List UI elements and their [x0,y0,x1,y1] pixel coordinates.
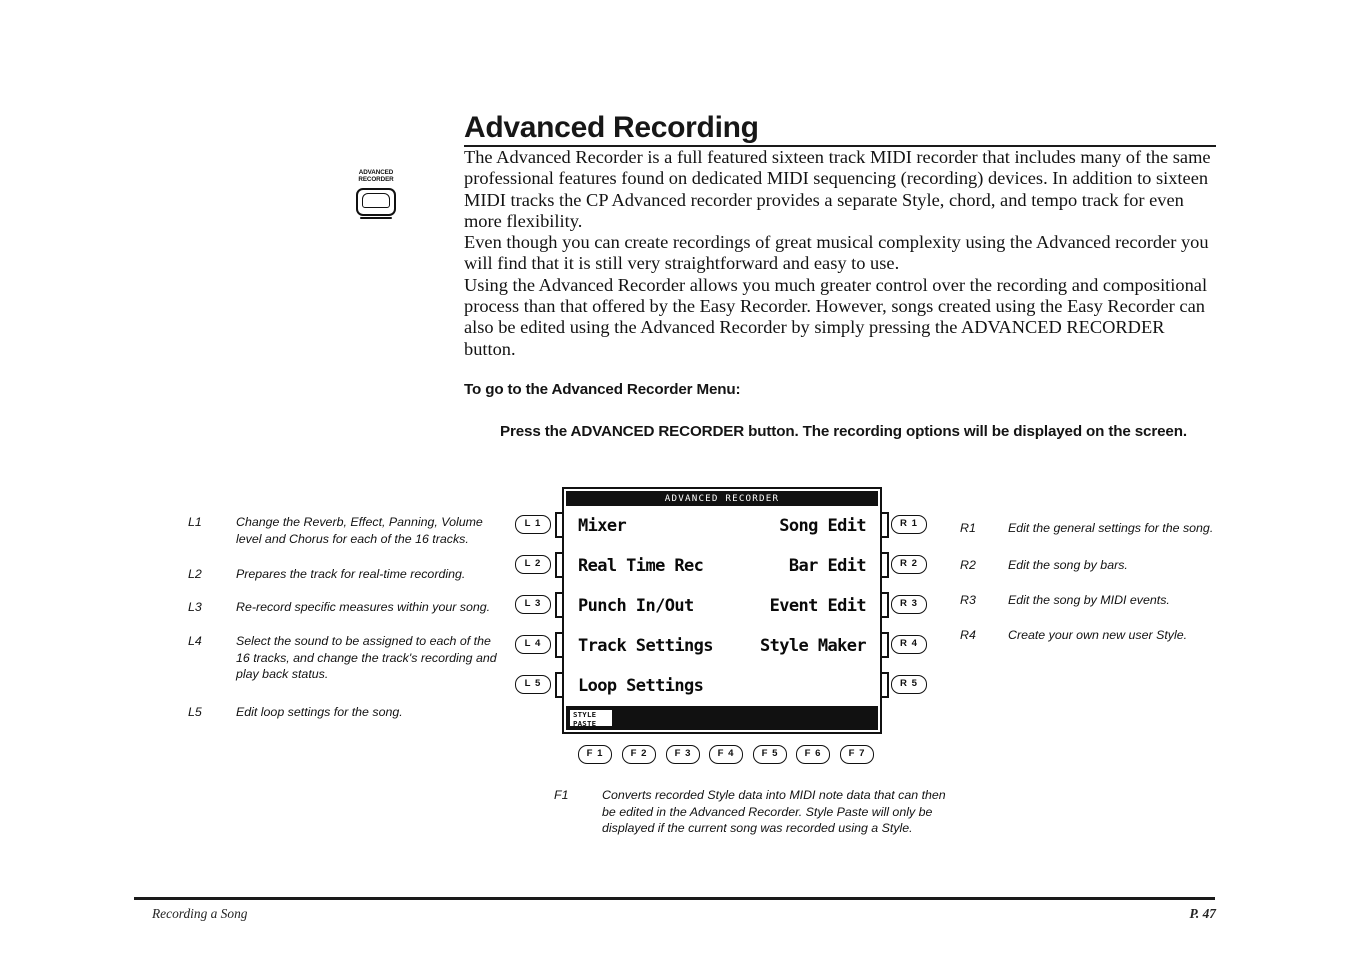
lcd-screen: ADVANCED RECORDER Mixer Song Edit Real T… [562,487,882,734]
lcd-notch-right-4 [882,632,889,658]
footer-page-number: P. 47 [1189,906,1216,921]
annotation-f1-text: Converts recorded Style data into MIDI n… [602,788,946,836]
function-key-f6[interactable]: F 6 [796,745,830,764]
annotation-l3: L3 Re-record specific measures within yo… [188,599,508,616]
lcd-menu-item-style-maker[interactable]: Style Maker [760,636,867,656]
advanced-recorder-screen-diagram: ADVANCED RECORDER Mixer Song Edit Real T… [510,483,950,773]
lcd-row-5: Loop Settings [566,666,878,706]
lcd-notch-left-4 [555,632,562,658]
lcd-notch-left-5 [555,672,562,698]
style-paste-line2: PASTE [573,718,597,728]
annotation-r2-text: Edit the song by bars. [1008,558,1128,572]
annotation-l1: L1 Change the Reverb, Effect, Panning, V… [188,514,508,547]
button-base-shadow [360,217,392,219]
paragraph-intro: The Advanced Recorder is a full featured… [464,147,1211,231]
annotation-r2-key: R2 [960,558,976,572]
soft-key-r1[interactable]: R 1 [891,515,927,534]
annotation-l2-text: Prepares the track for real-time recordi… [236,567,466,581]
advanced-recorder-label-line2: RECORDER [358,176,394,184]
button-keycap [362,193,390,208]
function-key-f3[interactable]: F 3 [666,745,700,764]
annotation-l4: L4 Select the sound to be assigned to ea… [188,633,508,683]
lcd-notch-left-3 [555,592,562,618]
soft-key-l1[interactable]: L 1 [515,515,551,534]
annotation-l2-key: L2 [188,567,202,581]
advanced-recorder-button-icon: ADVANCED RECORDER [349,169,403,221]
subheading-press-button: Press the ADVANCED RECORDER button. The … [500,423,1187,440]
lcd-function-bar: STYLE PASTE [566,706,878,730]
lcd-row-2: Real Time Rec Bar Edit [566,546,878,586]
annotation-l2: L2 Prepares the track for real-time reco… [188,566,508,583]
annotation-l1-text: Change the Reverb, Effect, Panning, Volu… [236,515,483,546]
footer-rule [134,897,1215,900]
annotation-r3-text: Edit the song by MIDI events. [1008,593,1170,607]
annotation-l4-text: Select the sound to be assigned to each … [236,634,497,682]
lcd-menu-item-punch-in-out[interactable]: Punch In/Out [578,596,694,616]
style-paste-button[interactable]: STYLE PASTE [569,709,613,727]
lcd-menu-item-track-settings[interactable]: Track Settings [578,636,713,656]
function-key-f7[interactable]: F 7 [840,745,874,764]
lcd-row-1: Mixer Song Edit [566,506,878,546]
annotation-l1-key: L1 [188,515,202,529]
soft-key-r5[interactable]: R 5 [891,675,927,694]
annotation-r2: R2 Edit the song by bars. [960,557,1228,574]
advanced-recorder-button-label: ADVANCED RECORDER [349,169,403,184]
subheading-go-to-menu: To go to the Advanced Recorder Menu: [464,381,741,398]
paragraph-complexity: Even though you can create recordings of… [464,232,1209,274]
soft-key-l5[interactable]: L 5 [515,675,551,694]
annotation-r4-text: Create your own new user Style. [1008,628,1188,642]
soft-key-r3[interactable]: R 3 [891,595,927,614]
lcd-menu-item-mixer[interactable]: Mixer [578,516,627,536]
soft-key-l2[interactable]: L 2 [515,555,551,574]
annotation-r1: R1 Edit the general settings for the son… [960,520,1228,537]
lcd-notch-left-2 [555,552,562,578]
function-key-f1[interactable]: F 1 [578,745,612,764]
paragraph-control: Using the Advanced Recorder allows you m… [464,274,1208,359]
annotation-l3-key: L3 [188,600,202,614]
annotation-r3-key: R3 [960,593,976,607]
lcd-row-3: Punch In/Out Event Edit [566,586,878,626]
annotation-r4-key: R4 [960,628,976,642]
advanced-recorder-label-line1: ADVANCED [358,169,394,176]
lcd-notch-left-1 [555,512,562,538]
soft-key-l4[interactable]: L 4 [515,635,551,654]
annotation-r1-text: Edit the general settings for the song. [1008,521,1214,535]
lcd-menu-item-loop-settings[interactable]: Loop Settings [578,676,704,696]
soft-key-r4[interactable]: R 4 [891,635,927,654]
lcd-menu-rows: Mixer Song Edit Real Time Rec Bar Edit P… [566,506,878,706]
body-copy: The Advanced Recorder is a full featured… [464,147,1218,360]
lcd-notch-right-5 [882,672,889,698]
function-key-f4[interactable]: F 4 [709,745,743,764]
annotation-r4: R4 Create your own new user Style. [960,627,1228,644]
lcd-notch-right-2 [882,552,889,578]
soft-key-l3[interactable]: L 3 [515,595,551,614]
lcd-notch-right-3 [882,592,889,618]
annotation-l5-key: L5 [188,705,202,719]
function-key-f2[interactable]: F 2 [622,745,656,764]
annotation-f1-key: F1 [554,788,569,802]
function-key-f5[interactable]: F 5 [753,745,787,764]
annotation-l5-text: Edit loop settings for the song. [236,705,403,719]
lcd-menu-item-song-edit[interactable]: Song Edit [779,516,866,536]
lcd-title-bar: ADVANCED RECORDER [566,491,878,506]
lcd-menu-item-real-time-rec[interactable]: Real Time Rec [578,556,704,576]
footer-section-title: Recording a Song [152,906,248,921]
lcd-menu-item-event-edit[interactable]: Event Edit [770,596,867,616]
annotation-l5: L5 Edit loop settings for the song. [188,704,508,721]
lcd-notch-right-1 [882,512,889,538]
lcd-row-4: Track Settings Style Maker [566,626,878,666]
annotation-l3-text: Re-record specific measures within your … [236,600,491,614]
annotation-f1: F1 Converts recorded Style data into MID… [554,787,954,837]
annotation-r1-key: R1 [960,521,976,535]
page-title: Advanced Recording [464,111,759,144]
annotation-r3: R3 Edit the song by MIDI events. [960,592,1228,609]
lcd-menu-item-bar-edit[interactable]: Bar Edit [789,556,867,576]
soft-key-r2[interactable]: R 2 [891,555,927,574]
annotation-l4-key: L4 [188,634,202,648]
